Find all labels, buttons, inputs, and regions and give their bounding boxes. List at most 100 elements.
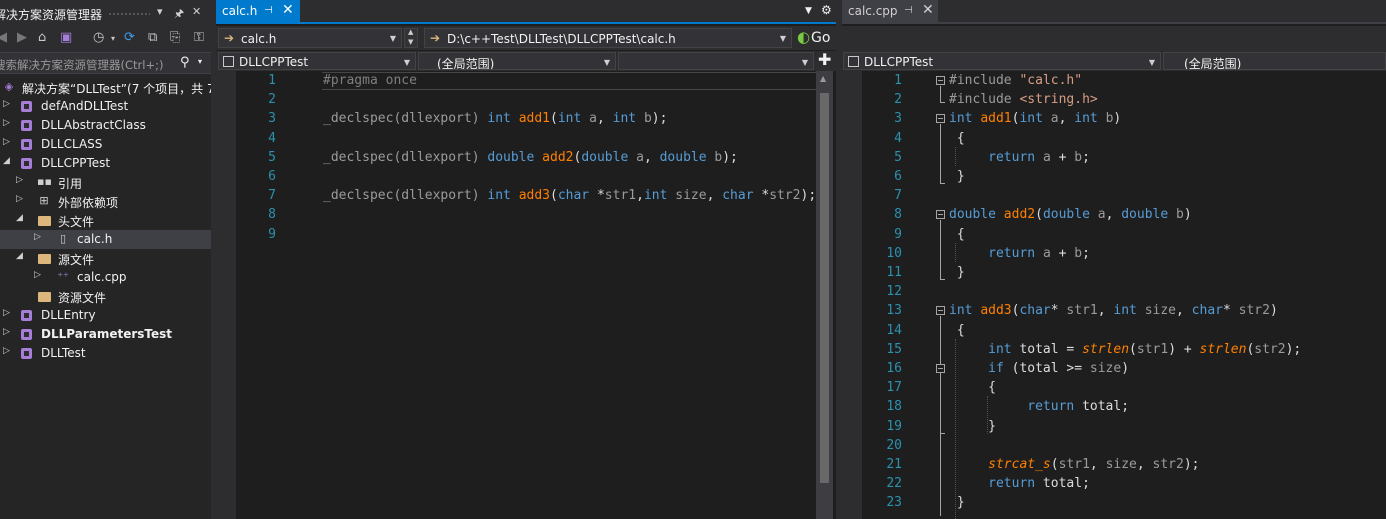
expand-icon[interactable]: ▷ [34, 232, 41, 242]
tree-project-dllparameterstest[interactable]: ▷ DLLParametersTest [0, 325, 211, 344]
solution-explorer-search[interactable]: 搜索解决方案资源管理器(Ctrl+;) ⚲ ▾ [0, 52, 211, 74]
search-options-icon[interactable]: ▾ [198, 57, 202, 66]
cpp-file-icon: ⁺⁺ [57, 270, 69, 283]
go-button[interactable]: ◐ Go [796, 27, 836, 49]
fold-line [940, 279, 945, 280]
close-icon[interactable]: ✕ [282, 2, 294, 18]
tab-calc-cpp[interactable]: calc.cpp ⊣ ✕ [842, 0, 938, 22]
code-line: { [949, 322, 965, 338]
close-icon[interactable]: ✕ [192, 5, 201, 18]
code-area[interactable]: 1 2 3 4 5 6 7 8 9 #pragma once _declspec(dllexpo… [236, 71, 816, 519]
tree-references[interactable]: ▷ ▪▪ 引用 [0, 173, 211, 192]
tree-external-deps[interactable]: ▷ ⊞ 外部依赖项 [0, 192, 211, 211]
fold-icon[interactable] [936, 210, 945, 219]
expand-icon[interactable]: ▷ [3, 118, 10, 128]
pin-icon[interactable]: ⊣ [904, 5, 913, 16]
member-combo[interactable]: ▼ [618, 52, 814, 70]
tree-project-dllclass[interactable]: ▷ DLLCLASS [0, 135, 211, 154]
dropdown-icon[interactable]: ▾ [157, 5, 163, 18]
tree-file-calc-h[interactable]: ▷ ▯ calc.h [0, 230, 211, 249]
line-number: 5 [894, 149, 902, 165]
tree-source-files[interactable]: ◢ 源文件 [0, 249, 211, 268]
pending-changes-icon[interactable]: ◷ [93, 30, 104, 45]
line-number: 16 [886, 361, 902, 376]
fold-icon[interactable] [936, 114, 945, 123]
switch-views-icon[interactable]: ▣ [60, 30, 72, 45]
forward-icon[interactable]: ▶ [17, 30, 27, 45]
line-number: 7 [268, 188, 276, 204]
expand-icon[interactable]: ▷ [34, 270, 41, 280]
spin-button[interactable]: ▲ ▼ [404, 28, 418, 48]
collapse-icon[interactable]: ◢ [16, 213, 23, 223]
selection-margin [216, 71, 236, 519]
project-combo-value: DLLCPPTest [239, 55, 309, 69]
search-input[interactable]: 搜索解决方案资源管理器(Ctrl+;) [0, 57, 163, 73]
arrow-right-icon: ➔ [224, 31, 235, 45]
tree-project-dllabstractclass[interactable]: ▷ DLLAbstractClass [0, 116, 211, 135]
tree-label: calc.h [77, 232, 113, 246]
fold-icon[interactable] [936, 76, 945, 85]
pin-icon[interactable]: 🖈 [174, 5, 184, 24]
expand-icon[interactable]: ▷ [3, 346, 10, 356]
fold-icon[interactable] [936, 306, 945, 315]
split-editor-icon[interactable]: ✚ [818, 50, 831, 69]
tree-label: defAndDLLTest [41, 99, 129, 113]
line-number: 22 [886, 476, 902, 492]
collapse-all-icon[interactable]: ⧉ [148, 30, 157, 45]
properties-icon[interactable]: ⚿ [194, 30, 204, 45]
tree-project-dlltest[interactable]: ▷ DLLTest [0, 344, 211, 363]
tree-solution[interactable]: ◈ 解决方案“DLLTest”(7 个项目，共 7 [0, 78, 211, 97]
scope-combo[interactable]: (全局范围) [1163, 52, 1386, 70]
spin-up-icon[interactable]: ▲ [408, 28, 413, 36]
tree-project-defanddlltest[interactable]: ▷ defAndDLLTest [0, 97, 211, 116]
expand-icon[interactable]: ▷ [16, 175, 23, 185]
scroll-up-icon[interactable]: ▲ [820, 74, 826, 83]
tree-label: DLLEntry [41, 308, 96, 322]
code-line: } [949, 169, 965, 184]
close-icon[interactable]: ✕ [922, 2, 934, 18]
path-combo-value: D:\c++Test\DLLTest\DLLCPPTest\calc.h [447, 32, 676, 46]
panel-grip[interactable] [108, 12, 150, 17]
tree-resource-files[interactable]: 资源文件 [0, 287, 211, 306]
project-combo[interactable]: DLLCPPTest ▼ [218, 52, 416, 70]
line-number: 6 [268, 169, 276, 184]
chevron-down-icon: ▼ [603, 58, 610, 67]
code-area[interactable]: 1 2 3 4 5 6 7 8 9 10 11 12 13 14 15 16 17 18 19 20 21 22 23 #i… [862, 71, 1386, 519]
sync-icon[interactable]: ⟳ [124, 30, 135, 45]
gear-icon[interactable]: ⚙ [821, 3, 832, 17]
project-combo[interactable]: DLLCPPTest ▼ [843, 52, 1161, 70]
pin-icon[interactable]: ⊣ [264, 5, 273, 16]
scrollbar-thumb[interactable] [820, 93, 829, 483]
file-combo[interactable]: ➔ calc.h ▼ [218, 28, 402, 48]
file-combo-value: calc.h [241, 32, 277, 46]
fold-icon[interactable] [936, 364, 945, 373]
tree-header-files[interactable]: ◢ 头文件 [0, 211, 211, 230]
tab-list-icon[interactable]: ▼ [805, 6, 812, 16]
back-icon[interactable]: ◀ [0, 30, 7, 45]
code-line: int add1(int a, int b) [949, 111, 1122, 127]
expand-icon[interactable]: ▷ [3, 327, 10, 337]
show-all-files-icon[interactable]: ⎘ [170, 30, 180, 45]
expand-icon[interactable]: ▷ [3, 308, 10, 318]
vertical-scrollbar[interactable]: ▲ [816, 71, 833, 519]
expand-icon[interactable]: ▷ [16, 194, 23, 204]
collapse-icon[interactable]: ◢ [16, 251, 23, 261]
home-icon[interactable]: ⌂ [38, 30, 46, 45]
chevron-down-icon: ▼ [779, 34, 786, 43]
code-line: { [949, 226, 965, 242]
chevron-down-icon[interactable]: ▾ [111, 34, 115, 43]
fold-line [940, 183, 945, 184]
collapse-icon[interactable]: ◢ [3, 156, 10, 166]
tree-project-dllentry[interactable]: ▷ DLLEntry [0, 306, 211, 325]
spin-down-icon[interactable]: ▼ [408, 38, 413, 46]
expand-icon[interactable]: ▷ [3, 99, 10, 109]
expand-icon[interactable]: ▷ [3, 137, 10, 147]
folder-icon [38, 216, 51, 226]
search-icon[interactable]: ⚲ [180, 55, 190, 70]
tree-project-dllcpptest[interactable]: ◢ DLLCPPTest [0, 154, 211, 173]
tree-file-calc-cpp[interactable]: ▷ ⁺⁺ calc.cpp [0, 268, 211, 287]
path-combo[interactable]: ➔ D:\c++Test\DLLTest\DLLCPPTest\calc.h ▼ [424, 28, 792, 48]
tab-calc-h[interactable]: calc.h ⊣ ✕ [216, 0, 300, 22]
fold-line [940, 86, 941, 102]
scope-combo[interactable]: (全局范围) ▼ [418, 52, 616, 70]
